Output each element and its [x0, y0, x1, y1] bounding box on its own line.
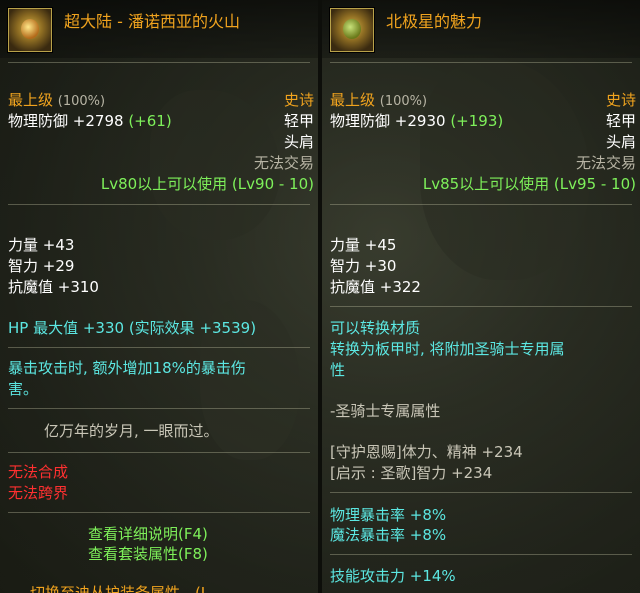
stat-int: 智力 +29: [8, 257, 75, 275]
divider: [8, 452, 310, 453]
divider: [330, 492, 632, 493]
trade-status: 无法交易: [575, 154, 636, 172]
item-title: 超大陆 - 潘诺西亚的火山: [64, 12, 240, 31]
no-craft: 无法合成: [8, 463, 69, 481]
level-requirement: Lv80以上可以使用 (Lv90 - 10): [100, 175, 314, 193]
stat-str: 力量 +45: [330, 236, 397, 254]
stat-mres: 抗魔值 +322: [330, 278, 421, 296]
divider: [330, 62, 632, 63]
stat-int: 智力 +30: [330, 257, 397, 275]
defense-line: 物理防御 +2930 (+193): [330, 112, 504, 130]
hp-bonus: HP 最大值 +330 (实际效果 +3539): [8, 319, 257, 337]
divider: [8, 204, 310, 205]
game-tooltip-scene: 超大陆 - 潘诺西亚的火山 最上级 (100%) 史诗 物理防御 +2798 (…: [0, 0, 640, 593]
switch-attributes-text[interactable]: 切换至迪丛护装备属性 - (L...: [30, 583, 223, 593]
blessing-line2: [启示 : 圣歌]智力 +234: [330, 464, 493, 482]
detail-button[interactable]: 查看详细说明(F4): [88, 524, 208, 544]
magic-crit: 魔法暴击率 +8%: [330, 526, 447, 544]
item-tooltip-left: 超大陆 - 潘诺西亚的火山 最上级 (100%) 史诗 物理防御 +2798 (…: [0, 0, 318, 593]
divider: [8, 512, 310, 513]
divider: [330, 204, 632, 205]
convert-line3: 性: [330, 361, 346, 379]
defense-line: 物理防御 +2798 (+61): [8, 112, 172, 130]
grade: 最上级 (100%): [330, 91, 428, 109]
crit-effect-line1: 暴击攻击时, 额外增加18%的暴击伤: [8, 359, 246, 377]
convert-line1: 可以转换材质: [330, 319, 421, 337]
flavor-text: 亿万年的岁月, 一眼而过。: [44, 422, 219, 440]
item-tooltip-right: 北极星的魅力 最上级 (100%) 史诗 物理防御 +2930 (+193) 轻…: [322, 0, 640, 593]
stat-mres: 抗魔值 +310: [8, 278, 99, 296]
armor-type: 轻甲: [605, 112, 636, 130]
item-icon[interactable]: [8, 8, 52, 52]
item-icon[interactable]: [330, 8, 374, 52]
divider: [8, 62, 310, 63]
divider: [8, 347, 310, 348]
no-cross: 无法跨界: [8, 484, 69, 502]
convert-line2: 转换为板甲时, 将附加圣骑士专用属: [330, 340, 565, 358]
item-title: 北极星的魅力: [386, 12, 483, 31]
level-requirement: Lv85以上可以使用 (Lv95 - 10): [422, 175, 636, 193]
rarity: 史诗: [605, 91, 636, 109]
rarity: 史诗: [283, 91, 314, 109]
slot: 头肩: [283, 133, 314, 151]
divider: [8, 408, 310, 409]
divider: [330, 306, 632, 307]
armor-type: 轻甲: [283, 112, 314, 130]
divider: [330, 554, 632, 555]
skill-attack: 技能攻击力 +14%: [330, 567, 456, 585]
crit-effect-line2: 害。: [8, 380, 39, 398]
stat-str: 力量 +43: [8, 236, 75, 254]
slot: 头肩: [605, 133, 636, 151]
grade: 最上级 (100%): [8, 91, 106, 109]
physical-crit: 物理暴击率 +8%: [330, 506, 447, 524]
trade-status: 无法交易: [253, 154, 314, 172]
blessing-line1: [守护恩赐]体力、精神 +234: [330, 443, 523, 461]
set-attributes-button[interactable]: 查看套装属性(F8): [88, 544, 208, 564]
paladin-attributes: -圣骑士专属属性: [330, 402, 441, 420]
